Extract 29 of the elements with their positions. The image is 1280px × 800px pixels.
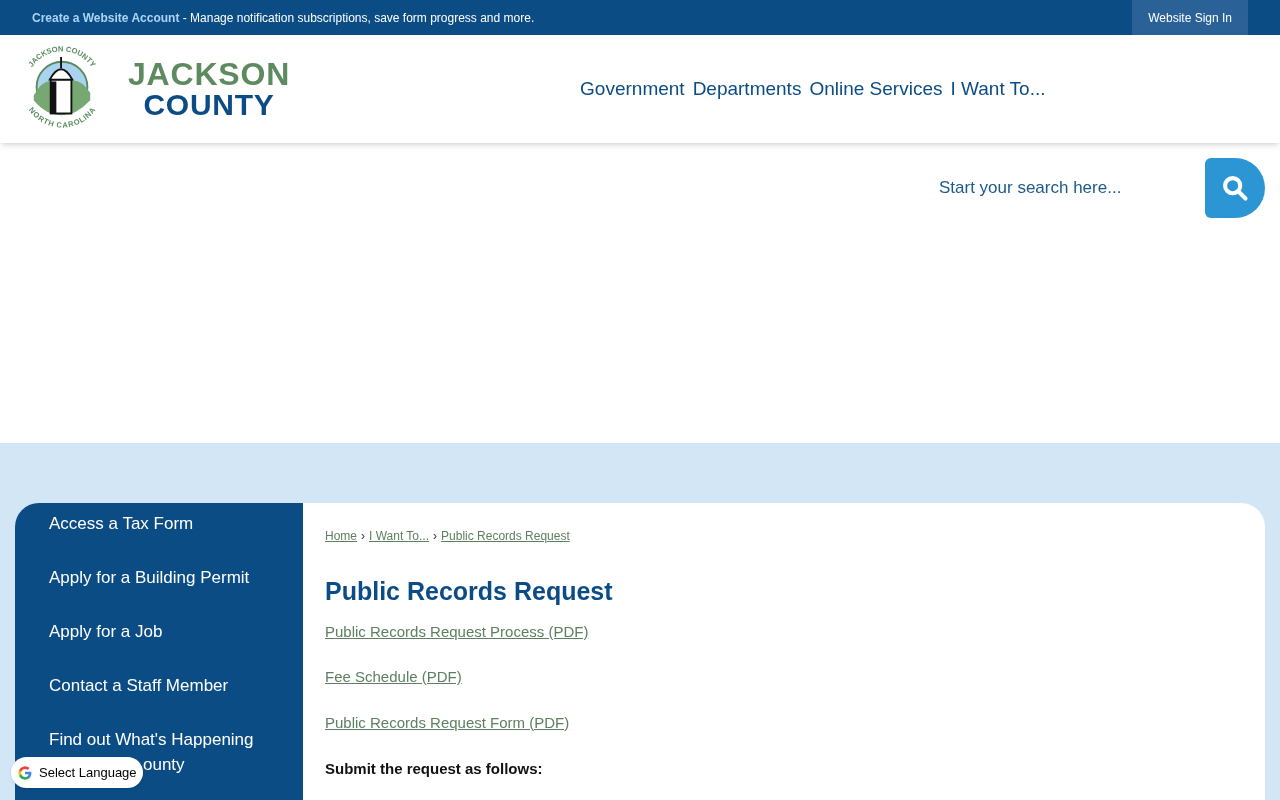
create-account-link[interactable]: Create a Website Account — [32, 10, 180, 25]
sign-in-button[interactable]: Website Sign In — [1132, 0, 1248, 35]
sidebar-item-text[interactable]: ounty — [143, 752, 185, 777]
breadcrumb-separator: › — [361, 528, 365, 545]
breadcrumb-separator: › — [433, 528, 438, 545]
nav-link[interactable]: Online Services — [809, 74, 943, 104]
google-icon — [17, 764, 33, 781]
instruction-text: Submit the request as follows: — [325, 759, 544, 779]
document-link[interactable]: Public Records Request Process (PDF) — [325, 620, 1265, 643]
document-link[interactable]: Fee Schedule (PDF) — [325, 666, 1265, 689]
sidebar-item[interactable]: Apply for a Job — [49, 619, 163, 644]
search-icon — [1221, 174, 1249, 202]
nav-link[interactable]: I Want To... — [950, 74, 1046, 104]
breadcrumb-link[interactable]: Public Records Request — [441, 527, 570, 545]
search-button[interactable] — [1205, 158, 1265, 218]
nav-link[interactable]: Government — [580, 74, 685, 104]
breadcrumb-link[interactable]: Home — [325, 527, 357, 545]
account-promo-text: Create a Website Account - Manage notification subscriptions, save form progress and more. — [32, 9, 535, 27]
breadcrumb-link[interactable]: I Want To... — [369, 527, 430, 545]
sidebar-item[interactable]: Access a Tax Form — [49, 511, 194, 536]
document-link[interactable]: Public Records Request Form (PDF) — [325, 711, 1265, 734]
sidebar-item[interactable]: Apply for a Building Permit — [49, 565, 250, 590]
nav-link[interactable]: Departments — [692, 74, 802, 104]
sidebar-item[interactable]: Contact a Staff Member — [49, 673, 229, 698]
county-name: COUNTY — [143, 90, 275, 120]
language-selector[interactable]: Select Language — [11, 757, 143, 788]
county-name: JACKSON — [128, 58, 291, 90]
sidebar-item[interactable]: Find out What's Happening — [49, 727, 254, 752]
page-title: Public Records Request — [325, 576, 614, 607]
